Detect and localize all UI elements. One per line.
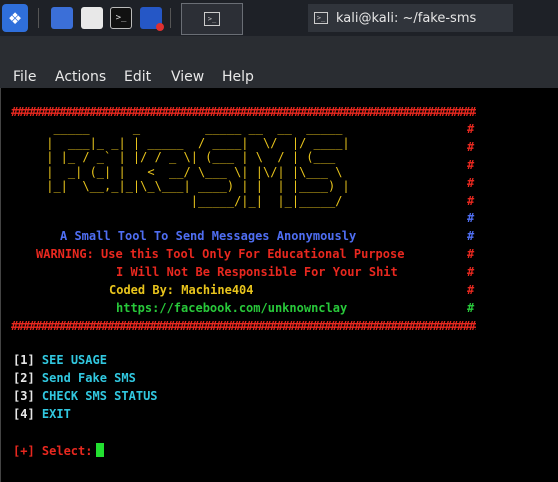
banner-right-hash: # <box>467 194 475 208</box>
warning-line: WARNING: Use this Tool Only For Educatio… <box>36 247 405 261</box>
window-title: kali@kali: ~/fake-sms <box>336 10 477 26</box>
disclaimer-line: I Will Not Be Responsible For Your Shit <box>116 265 398 279</box>
banner-right-hash: # <box>467 176 475 190</box>
file-manager-icon[interactable] <box>81 7 103 29</box>
author-line: Coded By: Machine404 <box>109 283 254 297</box>
menu-option-usage: [1] SEE USAGE <box>13 353 107 367</box>
show-desktop-icon[interactable] <box>51 7 73 29</box>
select-prompt[interactable]: [+] Select: <box>13 443 105 458</box>
terminal-output[interactable]: ########################################… <box>0 88 558 482</box>
record-dot-icon <box>156 23 164 31</box>
taskbar-window-button[interactable]: >_ kali@kali: ~/fake-sms <box>308 4 513 32</box>
fake-sms-ascii-logo: _____ _ _____ __ __ _____ | ___|_ _| | _… <box>46 121 350 208</box>
screen-recorder-icon[interactable] <box>140 7 164 31</box>
workspace-1-button[interactable]: >_ <box>181 3 243 35</box>
banner-right-hash: # <box>467 247 475 261</box>
menu-option-send: [2] Send Fake SMS <box>13 371 136 385</box>
banner-right-hash: # <box>467 211 475 225</box>
menu-help[interactable]: Help <box>222 69 254 85</box>
banner-right-hash: # <box>467 229 475 243</box>
banner-right-hash: # <box>467 122 475 136</box>
menu-option-status: [3] CHECK SMS STATUS <box>13 389 158 403</box>
taskbar: ❖ >_ >_ >_ kali@kali: ~/fake-sms <box>0 0 558 36</box>
menu-actions[interactable]: Actions <box>55 69 106 85</box>
kali-menu-icon[interactable]: ❖ <box>2 4 28 32</box>
banner-right-hash: # <box>467 158 475 172</box>
menu-edit[interactable]: Edit <box>124 69 151 85</box>
menu-file[interactable]: File <box>13 69 36 85</box>
text-cursor <box>96 443 105 457</box>
terminal-icon: >_ <box>204 12 220 26</box>
terminal-launcher-icon[interactable]: >_ <box>110 7 132 29</box>
banner-right-hash: # <box>467 140 475 154</box>
banner-right-hash: # <box>467 265 475 279</box>
terminal-icon: >_ <box>314 12 328 24</box>
menu-option-exit: [4] EXIT <box>13 407 71 421</box>
banner-hash-line-bottom: ########################################… <box>11 319 476 333</box>
menu-view[interactable]: View <box>171 69 204 85</box>
taskbar-separator <box>38 8 39 28</box>
banner-hash-line-top: ########################################… <box>11 105 476 119</box>
banner-right-hash: # <box>467 301 475 315</box>
tagline: A Small Tool To Send Messages Anonymousl… <box>60 229 357 243</box>
banner-right-hash: # <box>467 283 475 297</box>
taskbar-separator <box>170 8 171 28</box>
author-link: https://facebook.com/unknownclay <box>116 301 348 315</box>
